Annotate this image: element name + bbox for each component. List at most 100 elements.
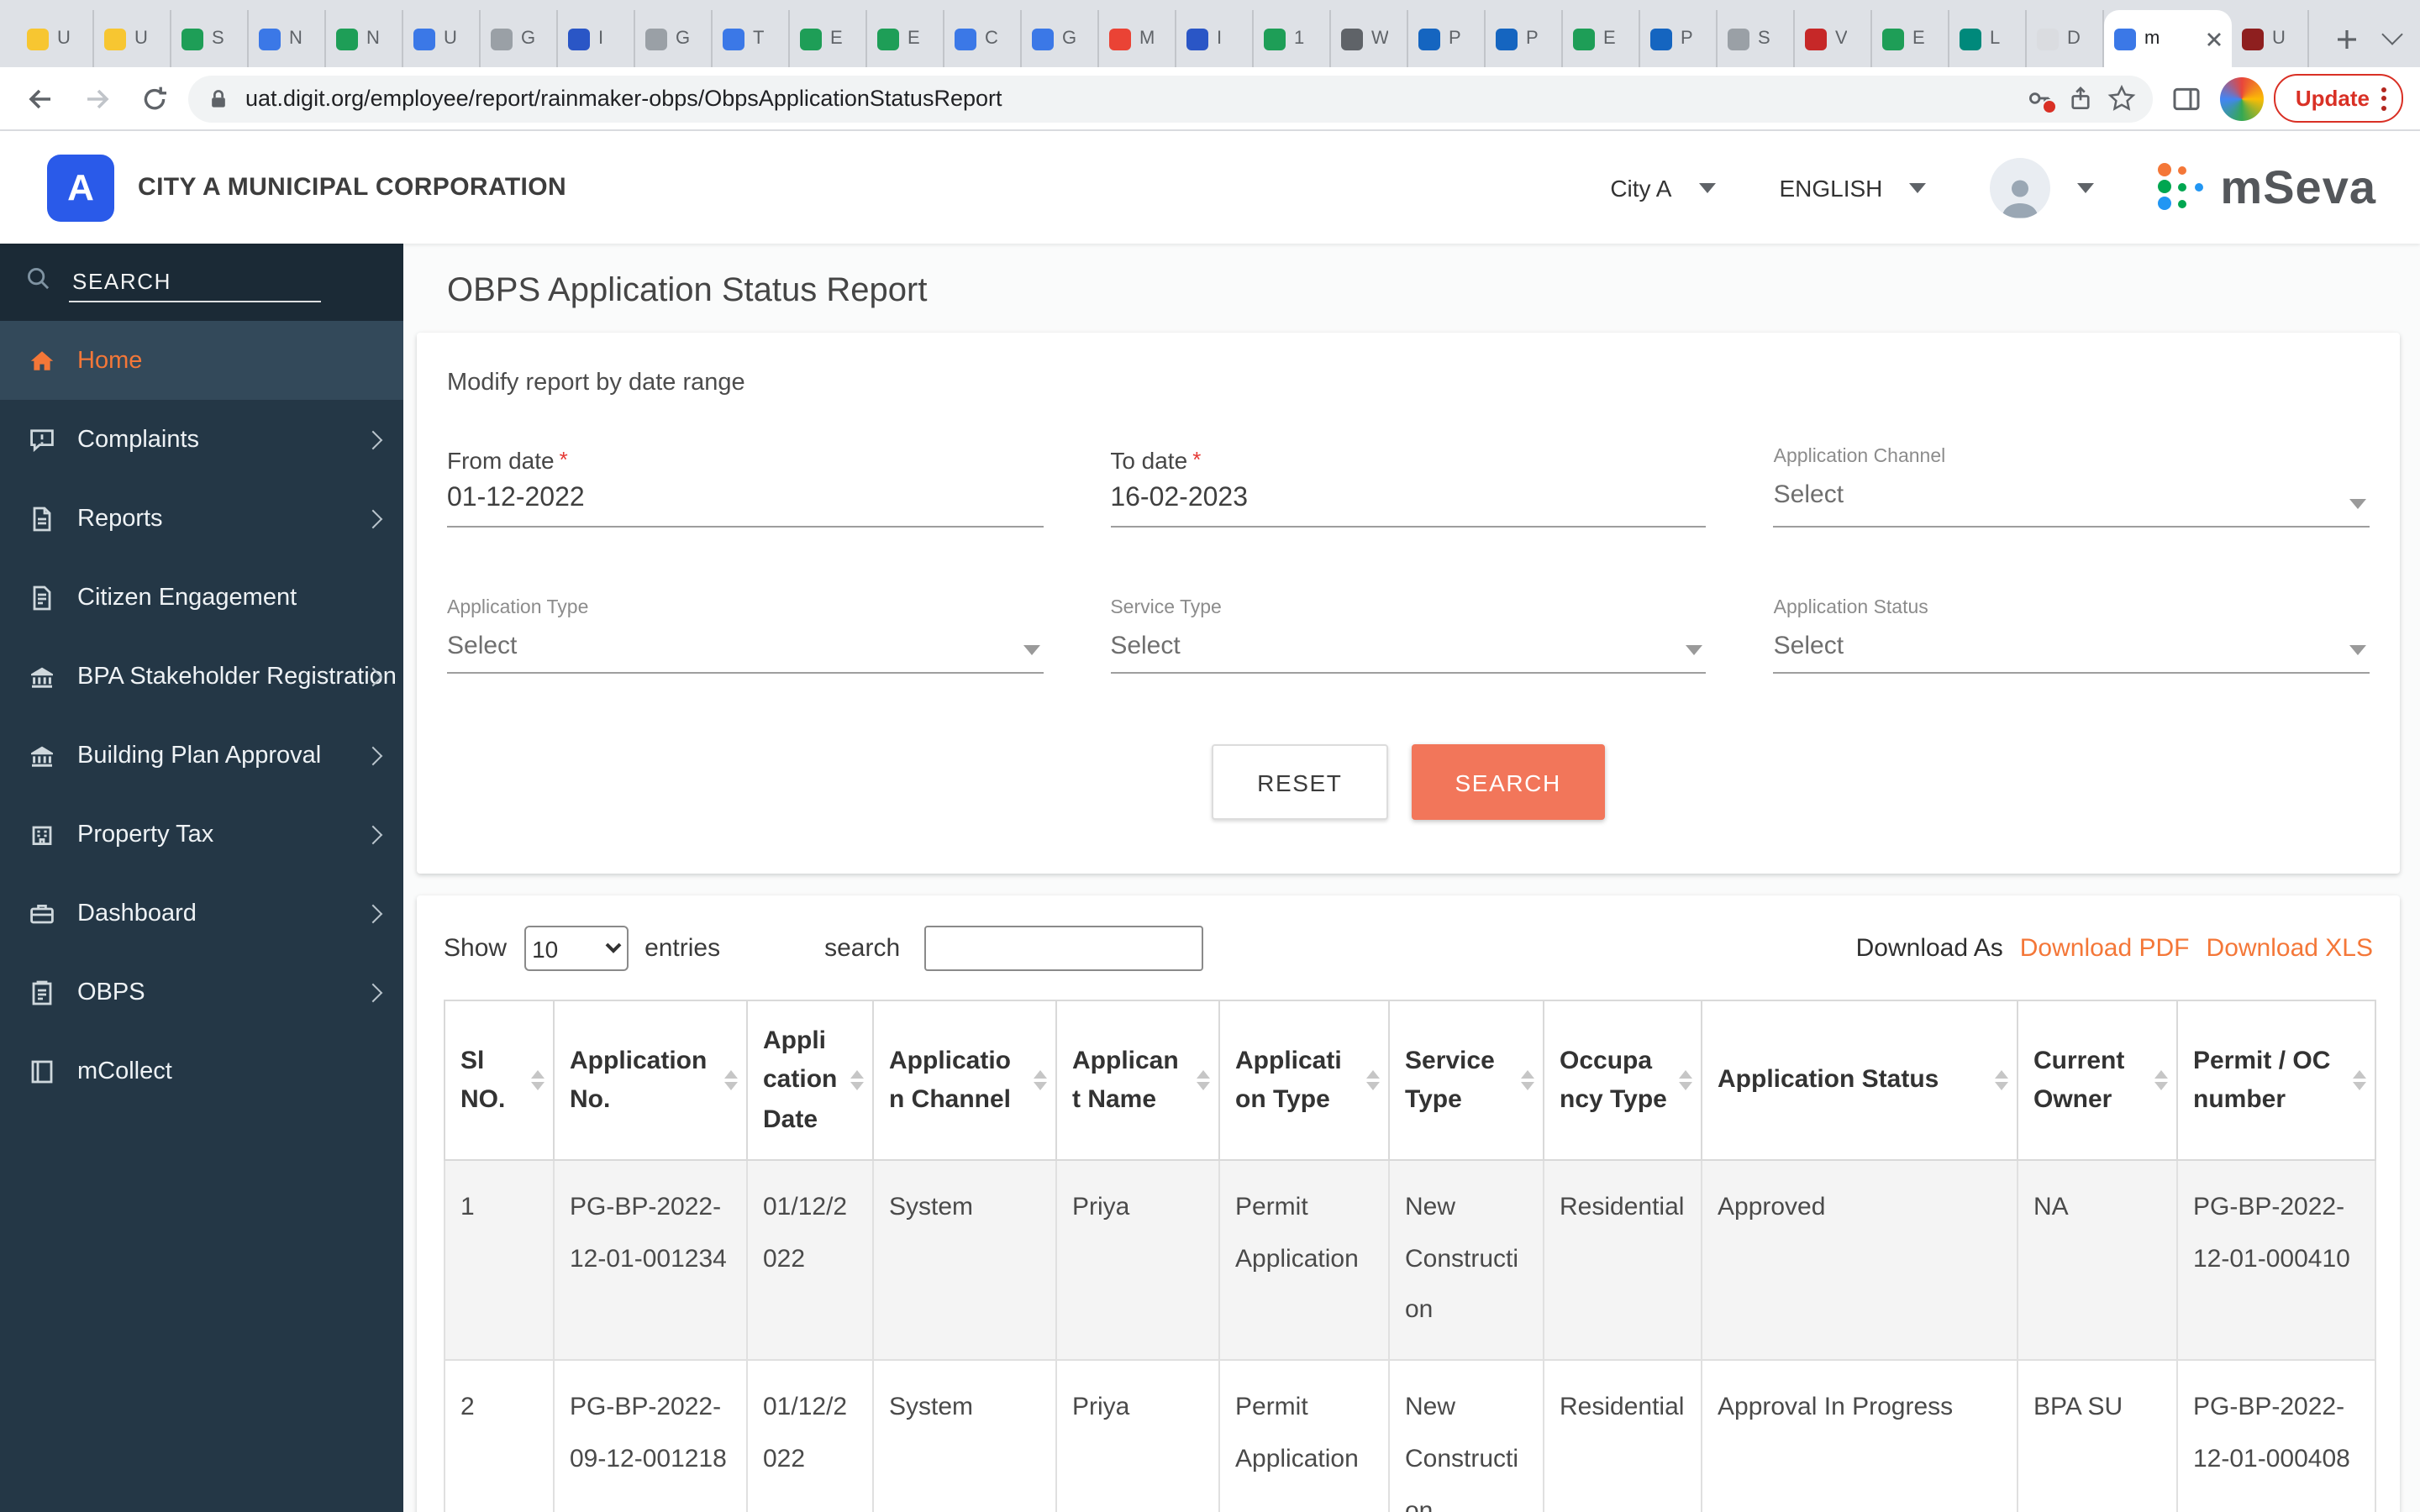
user-menu[interactable] (1990, 157, 2094, 218)
required-asterisk: * (560, 447, 568, 472)
sort-icon[interactable] (724, 1070, 738, 1090)
sort-icon[interactable] (850, 1070, 864, 1090)
property-building-icon (27, 819, 57, 849)
reset-button[interactable]: RESET (1212, 744, 1387, 820)
chevron-down-icon (2381, 24, 2402, 45)
column-header[interactable]: Applicant Name (1056, 1000, 1219, 1160)
active-tab[interactable]: m (2104, 10, 2232, 67)
side-panel-icon[interactable] (2163, 75, 2210, 122)
password-alert-icon[interactable] (2025, 84, 2054, 113)
service-type-select[interactable]: Service Type Select (1110, 598, 1706, 674)
sidebar-search-input[interactable] (69, 262, 321, 302)
field-value: 01-12-2022 (447, 484, 1043, 514)
browser-toolbar: uat.digit.org/employee/report/rainmaker-… (0, 67, 2420, 131)
column-header[interactable]: Application Type (1219, 1000, 1389, 1160)
sidebar-item-dashboard[interactable]: Dashboard (0, 874, 403, 953)
sort-icon[interactable] (1995, 1070, 2008, 1090)
clipboard-icon (27, 977, 57, 1007)
sidebar-item-label: BPA Stakeholder Registration (77, 663, 397, 690)
sidebar-item-property-tax[interactable]: Property Tax (0, 795, 403, 874)
table-search-input[interactable] (923, 926, 1202, 971)
column-header[interactable]: Sl NO. (445, 1000, 554, 1160)
sidebar-item-citizen-engagement[interactable]: Citizen Engagement (0, 558, 403, 637)
table-controls: Show 10 entries search Download As Downl… (444, 926, 2373, 971)
application-channel-select[interactable]: Application Channel Select (1774, 447, 2370, 528)
user-avatar[interactable] (1990, 157, 2050, 218)
sidebar-item-complaints[interactable]: Complaints (0, 400, 403, 479)
application-type-select[interactable]: Application Type Select (447, 598, 1043, 674)
column-header[interactable]: Application Channel (873, 1000, 1056, 1160)
filter-buttons: RESET SEARCH (444, 744, 2373, 820)
profile-avatar[interactable] (2220, 76, 2264, 120)
sidebar-item-building-plan-approval[interactable]: Building Plan Approval (0, 716, 403, 795)
to-date-field[interactable]: To date* 16-02-2023 (1110, 447, 1706, 528)
entries-select[interactable]: 10 (523, 926, 628, 971)
column-header[interactable]: Current Owner (2018, 1000, 2177, 1160)
language-select[interactable]: ENGLISH (1779, 174, 1926, 201)
sidebar: Home Complaints Reports Ci (0, 244, 403, 1512)
column-header[interactable]: Permit / OC number (2177, 1000, 2375, 1160)
bank-building-icon (27, 661, 57, 691)
update-button[interactable]: Update (2274, 74, 2403, 123)
content-row: Home Complaints Reports Ci (0, 244, 2420, 1512)
chevron-right-icon (364, 509, 383, 528)
city-logo: A (47, 154, 114, 221)
table-cell: Priya (1056, 1360, 1219, 1512)
tab-search-button[interactable] (2375, 20, 2400, 50)
sidebar-item-obps[interactable]: OBPS (0, 953, 403, 1032)
browser-menu-kebab-icon[interactable] (2381, 87, 2386, 110)
sidebar-item-reports[interactable]: Reports (0, 479, 403, 558)
filter-subtitle: Modify report by date range (447, 370, 2373, 396)
column-header[interactable]: Application No. (554, 1000, 747, 1160)
required-asterisk: * (1192, 447, 1201, 472)
sort-icon[interactable] (1197, 1070, 1210, 1090)
sidebar-item-mcollect[interactable]: mCollect (0, 1032, 403, 1110)
chevron-down-icon (1698, 182, 1715, 192)
sort-icon[interactable] (1034, 1070, 1047, 1090)
sort-icon[interactable] (1679, 1070, 1692, 1090)
chevron-right-icon (364, 825, 383, 844)
table-cell: Permit Application (1219, 1360, 1389, 1512)
sidebar-item-home[interactable]: Home (0, 321, 403, 400)
download-xls-link[interactable]: Download XLS (2207, 934, 2373, 963)
sort-icon[interactable] (1521, 1070, 1534, 1090)
chevron-right-icon (364, 983, 383, 1002)
sidebar-item-label: Dashboard (77, 900, 197, 927)
chevron-right-icon (364, 904, 383, 923)
sort-icon[interactable] (531, 1070, 544, 1090)
sidebar-item-label: Home (77, 347, 142, 374)
reload-button[interactable] (131, 75, 178, 122)
show-label: Show (444, 934, 507, 963)
back-button[interactable] (17, 75, 64, 122)
tab-close-icon[interactable] (2207, 31, 2222, 46)
from-date-field[interactable]: From date* 01-12-2022 (447, 447, 1043, 528)
sort-icon[interactable] (2154, 1070, 2168, 1090)
report-table: Sl NO.Application No.Application DateApp… (444, 1000, 2376, 1512)
download-pdf-link[interactable]: Download PDF (2020, 934, 2190, 963)
home-icon (27, 345, 57, 375)
column-header[interactable]: Application Date (747, 1000, 873, 1160)
address-bar[interactable]: uat.digit.org/employee/report/rainmaker-… (188, 75, 2153, 122)
table-cell: PG-BP-2022-12-01-001234 (554, 1160, 747, 1361)
bookmark-star-icon[interactable] (2107, 84, 2136, 113)
site-info-lock-icon[interactable] (205, 85, 232, 112)
column-header[interactable]: Service Type (1389, 1000, 1544, 1160)
table-cell: BPA SU (2018, 1360, 2177, 1512)
forward-button[interactable] (74, 75, 121, 122)
sidebar-item-bpa-stakeholder-registration[interactable]: BPA Stakeholder Registration (0, 637, 403, 716)
table-cell: 1 (445, 1160, 554, 1361)
chevron-down-icon (2349, 499, 2366, 509)
column-header[interactable]: Application Status (1702, 1000, 2018, 1160)
report-document-icon (27, 503, 57, 533)
share-icon[interactable] (2067, 85, 2094, 112)
application-status-select[interactable]: Application Status Select (1774, 598, 2370, 674)
sort-icon[interactable] (2353, 1070, 2366, 1090)
browser-tab-strip: UUSNNUGIGTEECGMI1WPPEPSVELD m U (0, 0, 2420, 67)
new-tab-button[interactable] (2324, 17, 2368, 60)
sidebar-search[interactable] (0, 244, 403, 321)
filter-card: Modify report by date range From date* 0… (417, 333, 2400, 874)
sort-icon[interactable] (1366, 1070, 1380, 1090)
search-button[interactable]: SEARCH (1412, 744, 1605, 820)
column-header[interactable]: Occupancy Type (1544, 1000, 1702, 1160)
city-select[interactable]: City A (1610, 174, 1715, 201)
